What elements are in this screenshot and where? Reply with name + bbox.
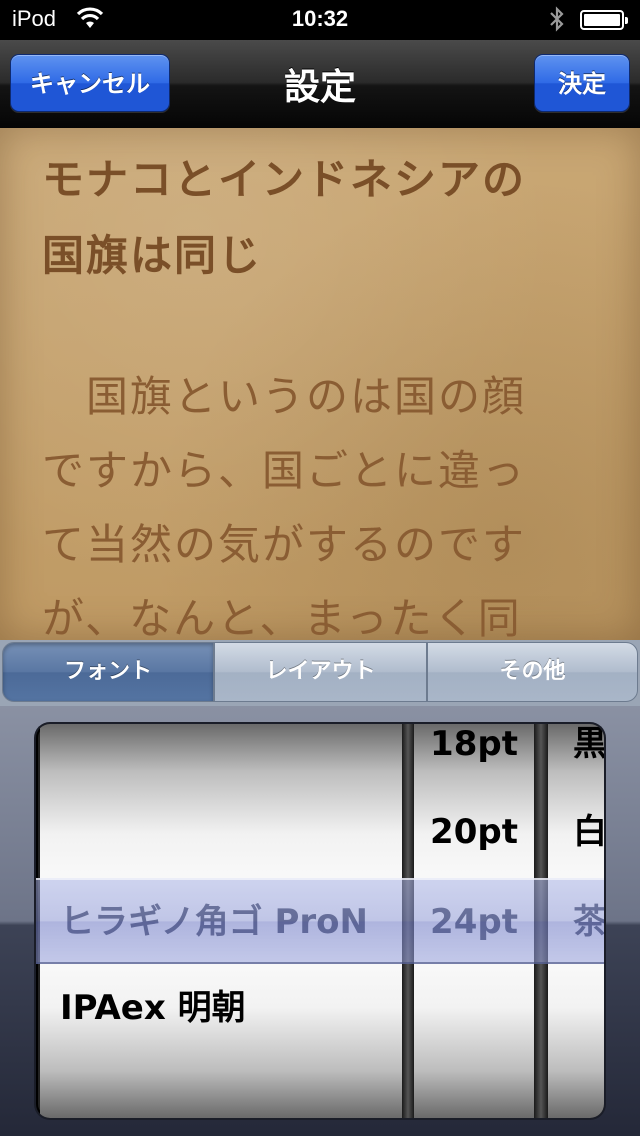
- settings-tabs: フォント レイアウト その他: [0, 640, 640, 706]
- picker-option-color[interactable]: 茶: [548, 878, 604, 966]
- preview-heading: モナコとインドネシアの 国旗は同じ: [42, 142, 602, 294]
- preview-body-line: が、なんと、まったく同: [42, 594, 522, 640]
- picker-divider: [534, 724, 548, 1118]
- picker-option-size[interactable]: 18pt: [414, 724, 534, 788]
- text-preview[interactable]: モナコとインドネシアの 国旗は同じ 国旗というのは国の顔 ですから、国ごとに違っ…: [0, 128, 640, 640]
- tab-other[interactable]: その他: [427, 642, 638, 702]
- font-picker-column[interactable]: ヒラギノ角ゴ ProN IPAex 明朝: [40, 724, 402, 1118]
- status-bar: iPod 10:32: [0, 0, 640, 40]
- picker-option-color[interactable]: 白: [548, 788, 604, 876]
- size-picker-column[interactable]: 18pt 20pt 24pt: [414, 724, 534, 1118]
- picker-option-color[interactable]: 黒: [548, 724, 604, 788]
- picker-option-font[interactable]: IPAex 明朝: [40, 964, 402, 1052]
- clock: 10:32: [291, 6, 349, 31]
- done-button[interactable]: 決定: [534, 54, 630, 112]
- picker-option-size[interactable]: 20pt: [414, 788, 534, 876]
- preview-body: 国旗というのは国の顔 ですから、国ごとに違っ て当然の気がするのです が、なんと…: [42, 360, 602, 640]
- tab-layout[interactable]: レイアウト: [214, 642, 427, 702]
- font-picker: ヒラギノ角ゴ ProN IPAex 明朝 18pt 20pt 24pt 黒 白 …: [36, 724, 604, 1118]
- preview-body-line: ですから、国ごとに違っ: [42, 446, 527, 495]
- picker-divider: [402, 724, 414, 1118]
- color-picker-column[interactable]: 黒 白 茶: [548, 724, 604, 1118]
- picker-option-size[interactable]: 24pt: [414, 878, 534, 966]
- picker-option-font[interactable]: ヒラギノ角ゴ ProN: [40, 878, 402, 966]
- preview-body-line: 国旗というのは国の顔: [42, 372, 527, 421]
- preview-body-line: て当然の気がするのです: [42, 520, 527, 569]
- preview-heading-line: 国旗は同じ: [42, 231, 263, 280]
- tab-font[interactable]: フォント: [2, 642, 214, 702]
- navigation-bar: キャンセル 設定 決定: [0, 40, 640, 129]
- battery-icon: [580, 10, 628, 30]
- bluetooth-icon: [550, 6, 564, 32]
- preview-heading-line: モナコとインドネシアの: [42, 155, 527, 204]
